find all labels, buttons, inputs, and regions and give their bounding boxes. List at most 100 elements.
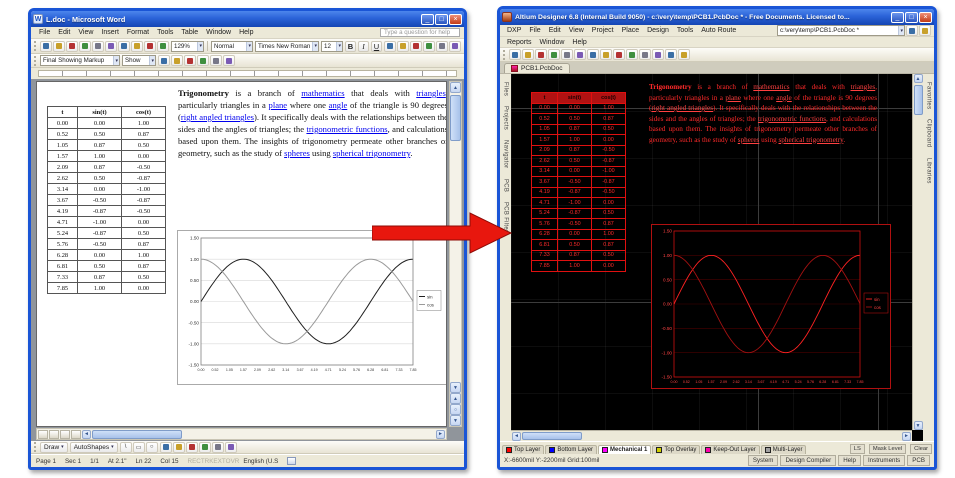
word-menu-insert[interactable]: Insert [97, 29, 123, 36]
scroll-down-button[interactable]: ▼ [450, 382, 461, 393]
fit-board-icon[interactable] [587, 49, 599, 60]
layer-tab-multi-layer[interactable]: Multi-Layer [761, 445, 807, 454]
word-menu-format[interactable]: Format [123, 29, 153, 36]
font-color-icon[interactable] [449, 41, 461, 52]
hyperlink[interactable]: trigonometric functions [758, 115, 826, 123]
redo-icon[interactable] [613, 49, 625, 60]
draw-menu-button[interactable]: Draw ▾ [40, 442, 68, 453]
scrollbar-thumb[interactable] [92, 430, 182, 439]
altium-menu-file[interactable]: File [525, 27, 544, 34]
track-changes-icon[interactable] [158, 55, 170, 66]
maximize-button[interactable]: □ [905, 12, 918, 23]
scroll-up-button[interactable]: ▲ [914, 74, 923, 83]
altium-menu-tools[interactable]: Tools [673, 27, 697, 34]
toolbar-grip[interactable] [34, 442, 37, 452]
arrow-icon[interactable] [160, 442, 172, 453]
save-icon[interactable] [535, 49, 547, 60]
hyperlink[interactable]: angle [776, 94, 792, 102]
clip-art-icon[interactable] [199, 442, 211, 453]
minimize-button[interactable]: _ [891, 12, 904, 23]
altium-menu-help[interactable]: Help [568, 39, 590, 46]
hyperlink[interactable]: spheres [738, 136, 760, 144]
new-document-icon[interactable] [40, 41, 52, 52]
close-button[interactable]: × [919, 12, 932, 23]
altium-menu-window[interactable]: Window [536, 39, 569, 46]
word-menu-file[interactable]: File [35, 29, 54, 36]
align-center-icon[interactable] [397, 41, 409, 52]
layer-tab-bottom-layer[interactable]: Bottom Layer [545, 445, 597, 454]
reviewing-mode-combo[interactable]: Final Showing Markup ▾ [40, 55, 120, 66]
zoom-out-icon[interactable] [574, 49, 586, 60]
scroll-right-button[interactable]: ► [902, 432, 911, 441]
italic-button[interactable]: I [358, 41, 369, 52]
next-page-button[interactable]: ▼ [450, 415, 461, 426]
print-icon[interactable] [79, 41, 91, 52]
outline-view-button[interactable] [71, 430, 81, 439]
panel-tab-clipboard[interactable]: Clipboard [926, 119, 932, 147]
align-left-icon[interactable] [384, 41, 396, 52]
line-icon[interactable]: \ [120, 442, 132, 453]
document-path-combo[interactable]: c:\very\temp\PCB1.PcbDoc * ▾ [777, 25, 905, 36]
panel-tab-projects[interactable]: Projects [503, 106, 509, 130]
comment-icon[interactable] [197, 55, 209, 66]
web-layout-view-button[interactable] [49, 430, 59, 439]
word-menu-view[interactable]: View [74, 29, 97, 36]
copy-icon[interactable] [639, 49, 651, 60]
system-panel-button[interactable]: System [748, 455, 779, 466]
scrollbar-thumb[interactable] [522, 432, 582, 440]
instruments-panel-button[interactable]: Instruments [863, 455, 905, 466]
font-size-combo[interactable]: 12 ▾ [321, 41, 343, 52]
open-icon[interactable] [522, 49, 534, 60]
style-combo[interactable]: Normal ▾ [211, 41, 253, 52]
horizontal-ruler[interactable] [31, 68, 464, 79]
altium-menu-reports[interactable]: Reports [503, 39, 536, 46]
hyperlink[interactable]: right angled triangles [651, 104, 713, 112]
scroll-left-button[interactable]: ◄ [82, 430, 91, 439]
scrollbar-thumb[interactable] [450, 95, 461, 141]
numbering-icon[interactable] [423, 41, 435, 52]
save-icon[interactable] [66, 41, 78, 52]
horizontal-scrollbar[interactable]: ◄ ► [36, 428, 447, 440]
pcb-panel-button[interactable]: PCB [907, 455, 930, 466]
scroll-left-button[interactable]: ◄ [512, 432, 521, 441]
layer-tab-top-overlay[interactable]: Top Overlay [652, 445, 700, 454]
altium-menu-dxp[interactable]: DXP [503, 27, 525, 34]
select-browse-object-button[interactable]: ○ [450, 404, 461, 415]
spelling-icon[interactable] [105, 41, 117, 52]
word-menu-help[interactable]: Help [235, 29, 257, 36]
search-icon[interactable] [906, 25, 918, 36]
hyperlink[interactable]: triangles [850, 83, 875, 91]
altium-menu-auto-route[interactable]: Auto Route [697, 27, 740, 34]
show-menu[interactable]: Show ▾ [122, 55, 156, 66]
word-menu-tools[interactable]: Tools [153, 29, 177, 36]
word-menu-window[interactable]: Window [202, 29, 235, 36]
ls-button[interactable]: LS [850, 444, 865, 454]
text-box-icon[interactable] [173, 442, 185, 453]
scroll-right-button[interactable]: ► [436, 430, 445, 439]
close-button[interactable]: × [449, 14, 462, 25]
fill-color-icon[interactable] [212, 442, 224, 453]
word-menu-edit[interactable]: Edit [54, 29, 74, 36]
hyperlink[interactable]: right angled triangles [181, 112, 254, 122]
paste-icon[interactable] [144, 41, 156, 52]
mask-level-button[interactable]: Mask Level [869, 444, 906, 454]
hyperlink[interactable]: trigonometric functions [306, 124, 387, 134]
previous-page-button[interactable]: ▲ [450, 393, 461, 404]
clear-button[interactable]: Clear [910, 444, 932, 454]
pcb-editor-canvas[interactable]: tsin(t)cos(t)0.000.001.000.520.500.871.0… [511, 74, 923, 441]
altium-menu-project[interactable]: Project [588, 27, 618, 34]
accept-change-icon[interactable] [171, 55, 183, 66]
pcb-document-tab[interactable]: PCB1.PcbDoc [504, 63, 570, 73]
altium-menu-view[interactable]: View [565, 27, 588, 34]
print-preview-icon[interactable] [92, 41, 104, 52]
new-icon[interactable] [509, 49, 521, 60]
altium-titlebar[interactable]: Altium Designer 6.8 (Internal Build 9050… [500, 9, 934, 25]
print-icon[interactable] [548, 49, 560, 60]
panel-tab-files[interactable]: Files [503, 82, 509, 96]
minimize-button[interactable]: _ [421, 14, 434, 25]
hyperlink[interactable]: plane [725, 94, 741, 102]
design-compiler-panel-button[interactable]: Design Compiler [780, 455, 836, 466]
cut-icon[interactable] [118, 41, 130, 52]
reviewing-pane-icon[interactable] [210, 55, 222, 66]
panel-tab-navigator[interactable]: Navigator [503, 140, 509, 168]
